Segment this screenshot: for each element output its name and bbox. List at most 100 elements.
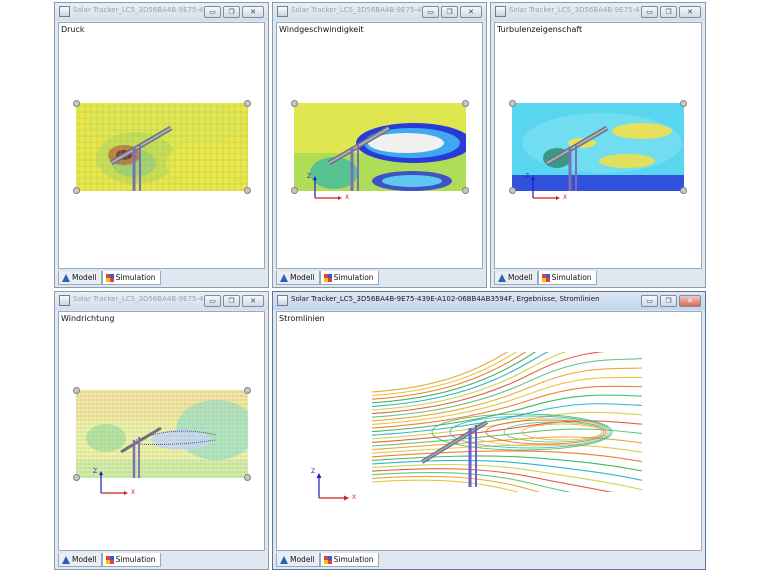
axis-label-z: Z [93,468,98,475]
restore-button[interactable]: ❐ [441,6,458,18]
title-bar[interactable]: Solar Tracker_LC5_3D56BA4B-9E75-439E-...… [273,3,486,21]
close-icon: ✕ [687,8,693,16]
resize-handle-tr[interactable] [244,387,251,394]
model-icon [498,273,506,282]
tab-modell[interactable]: Modell [494,271,538,285]
viewport[interactable]: Windrichtung Z X [58,311,265,551]
tab-simulation[interactable]: Simulation [101,553,161,567]
title-bar[interactable]: Solar Tracker_LC5_3D56BA4B-9E75-439E-...… [55,3,268,21]
window-title: Solar Tracker_LC5_3D56BA4B-9E75-439E-... [73,295,203,303]
minimize-icon: ▭ [427,8,434,16]
viewport[interactable]: Windgeschwindigkeit Z X [276,22,483,269]
tab-simulation[interactable]: Simulation [537,271,597,285]
title-bar[interactable]: Solar Tracker_LC5_3D56BA4B-9E75-439E-...… [491,3,705,21]
wind-direction-vector-plot[interactable] [76,390,256,478]
view-label: Turbulenzeigenschaft [497,25,583,34]
close-button[interactable]: ✕ [242,295,264,307]
streamline-plot[interactable] [371,312,652,528]
tab-simulation[interactable]: Simulation [319,271,379,285]
simulation-icon [105,555,114,564]
title-bar[interactable]: Solar Tracker_LC5_3D56BA4B-9E75-439E-A10… [273,292,705,310]
restore-icon: ❐ [228,8,235,16]
resize-handle-tl[interactable] [509,100,516,107]
window-windgeschwindigkeit[interactable]: Solar Tracker_LC5_3D56BA4B-9E75-439E-...… [272,2,487,288]
streamline-vortex [503,421,605,443]
tab-simulation[interactable]: Simulation [319,553,379,567]
viewport[interactable]: Stromlinien Z X [276,311,702,551]
resize-handle-tl[interactable] [291,100,298,107]
resize-handle-br[interactable] [462,187,469,194]
pressure-field-graphic [76,98,248,191]
axis-label-x: X [352,494,357,501]
view-tabs: Modell Simulation [276,553,379,568]
resize-handle-br[interactable] [244,474,251,481]
coordinate-axes: Z X [311,468,359,504]
tab-label: Modell [508,273,533,282]
restore-button[interactable]: ❐ [660,6,677,18]
model-icon [62,555,70,564]
resize-handle-br[interactable] [680,187,687,194]
viewport[interactable]: Turbulenzeigenschaft Z X [494,22,702,269]
tab-simulation[interactable]: Simulation [101,271,161,285]
resize-handle-tr[interactable] [462,100,469,107]
resize-handle-bl[interactable] [509,187,516,194]
window-title: Solar Tracker_LC5_3D56BA4B-9E75-439E-... [291,6,421,14]
coordinate-axes: Z X [525,173,571,203]
resize-handle-bl[interactable] [73,474,80,481]
restore-icon: ❐ [665,297,672,305]
view-tabs: Modell Simulation [58,553,161,568]
viewport[interactable]: Druck [58,22,265,269]
window-windrichtung[interactable]: Solar Tracker_LC5_3D56BA4B-9E75-439E-...… [54,291,269,570]
axis-label-z: Z [307,173,312,180]
tab-label: Modell [290,555,315,564]
resize-handle-bl[interactable] [291,187,298,194]
close-icon: ✕ [250,8,256,16]
resize-handle-tr[interactable] [680,100,687,107]
view-tabs: Modell Simulation [494,271,597,286]
resize-handle-tr[interactable] [244,100,251,107]
streamline [371,312,643,400]
close-icon: ✕ [468,8,474,16]
minimize-icon: ▭ [209,297,216,305]
minimize-button[interactable]: ▭ [422,6,439,18]
close-button[interactable]: ✕ [460,6,482,18]
view-label: Windgeschwindigkeit [279,25,364,34]
restore-icon: ❐ [446,8,453,16]
tab-modell[interactable]: Modell [276,271,320,285]
tab-label: Simulation [333,273,374,282]
simulation-icon [541,273,550,282]
minimize-button[interactable]: ▭ [641,6,658,18]
window-druck[interactable]: Solar Tracker_LC5_3D56BA4B-9E75-439E-...… [54,2,269,288]
restore-button[interactable]: ❐ [223,295,240,307]
coordinate-axes: Z X [93,468,139,498]
axis-label-x: X [131,489,136,496]
minimize-button[interactable]: ▭ [204,295,221,307]
resize-handle-tl[interactable] [73,387,80,394]
resize-handle-bl[interactable] [73,187,80,194]
resize-handle-tl[interactable] [73,100,80,107]
tab-modell[interactable]: Modell [276,553,320,567]
close-button[interactable]: ✕ [679,295,701,307]
restore-button[interactable]: ❐ [223,6,240,18]
window-turbulenzeigenschaft[interactable]: Solar Tracker_LC5_3D56BA4B-9E75-439E-...… [490,2,706,288]
close-icon: ✕ [250,297,256,305]
resize-handle-br[interactable] [244,187,251,194]
title-bar[interactable]: Solar Tracker_LC5_3D56BA4B-9E75-439E-...… [55,292,268,310]
view-tabs: Modell Simulation [276,271,379,286]
close-button[interactable]: ✕ [242,6,264,18]
app-icon [277,6,288,17]
minimize-button[interactable]: ▭ [204,6,221,18]
streamline [371,358,643,418]
app-icon [495,6,506,17]
close-button[interactable]: ✕ [679,6,701,18]
axis-label-z: Z [525,173,530,180]
window-stromlinien[interactable]: Solar Tracker_LC5_3D56BA4B-9E75-439E-A10… [272,291,706,570]
minimize-button[interactable]: ▭ [641,295,658,307]
restore-button[interactable]: ❐ [660,295,677,307]
tab-modell[interactable]: Modell [58,271,102,285]
pressure-contour-plot[interactable] [76,98,248,191]
restore-icon: ❐ [665,8,672,16]
axis-label-x: X [345,194,350,201]
tab-modell[interactable]: Modell [58,553,102,567]
minimize-icon: ▭ [646,8,653,16]
